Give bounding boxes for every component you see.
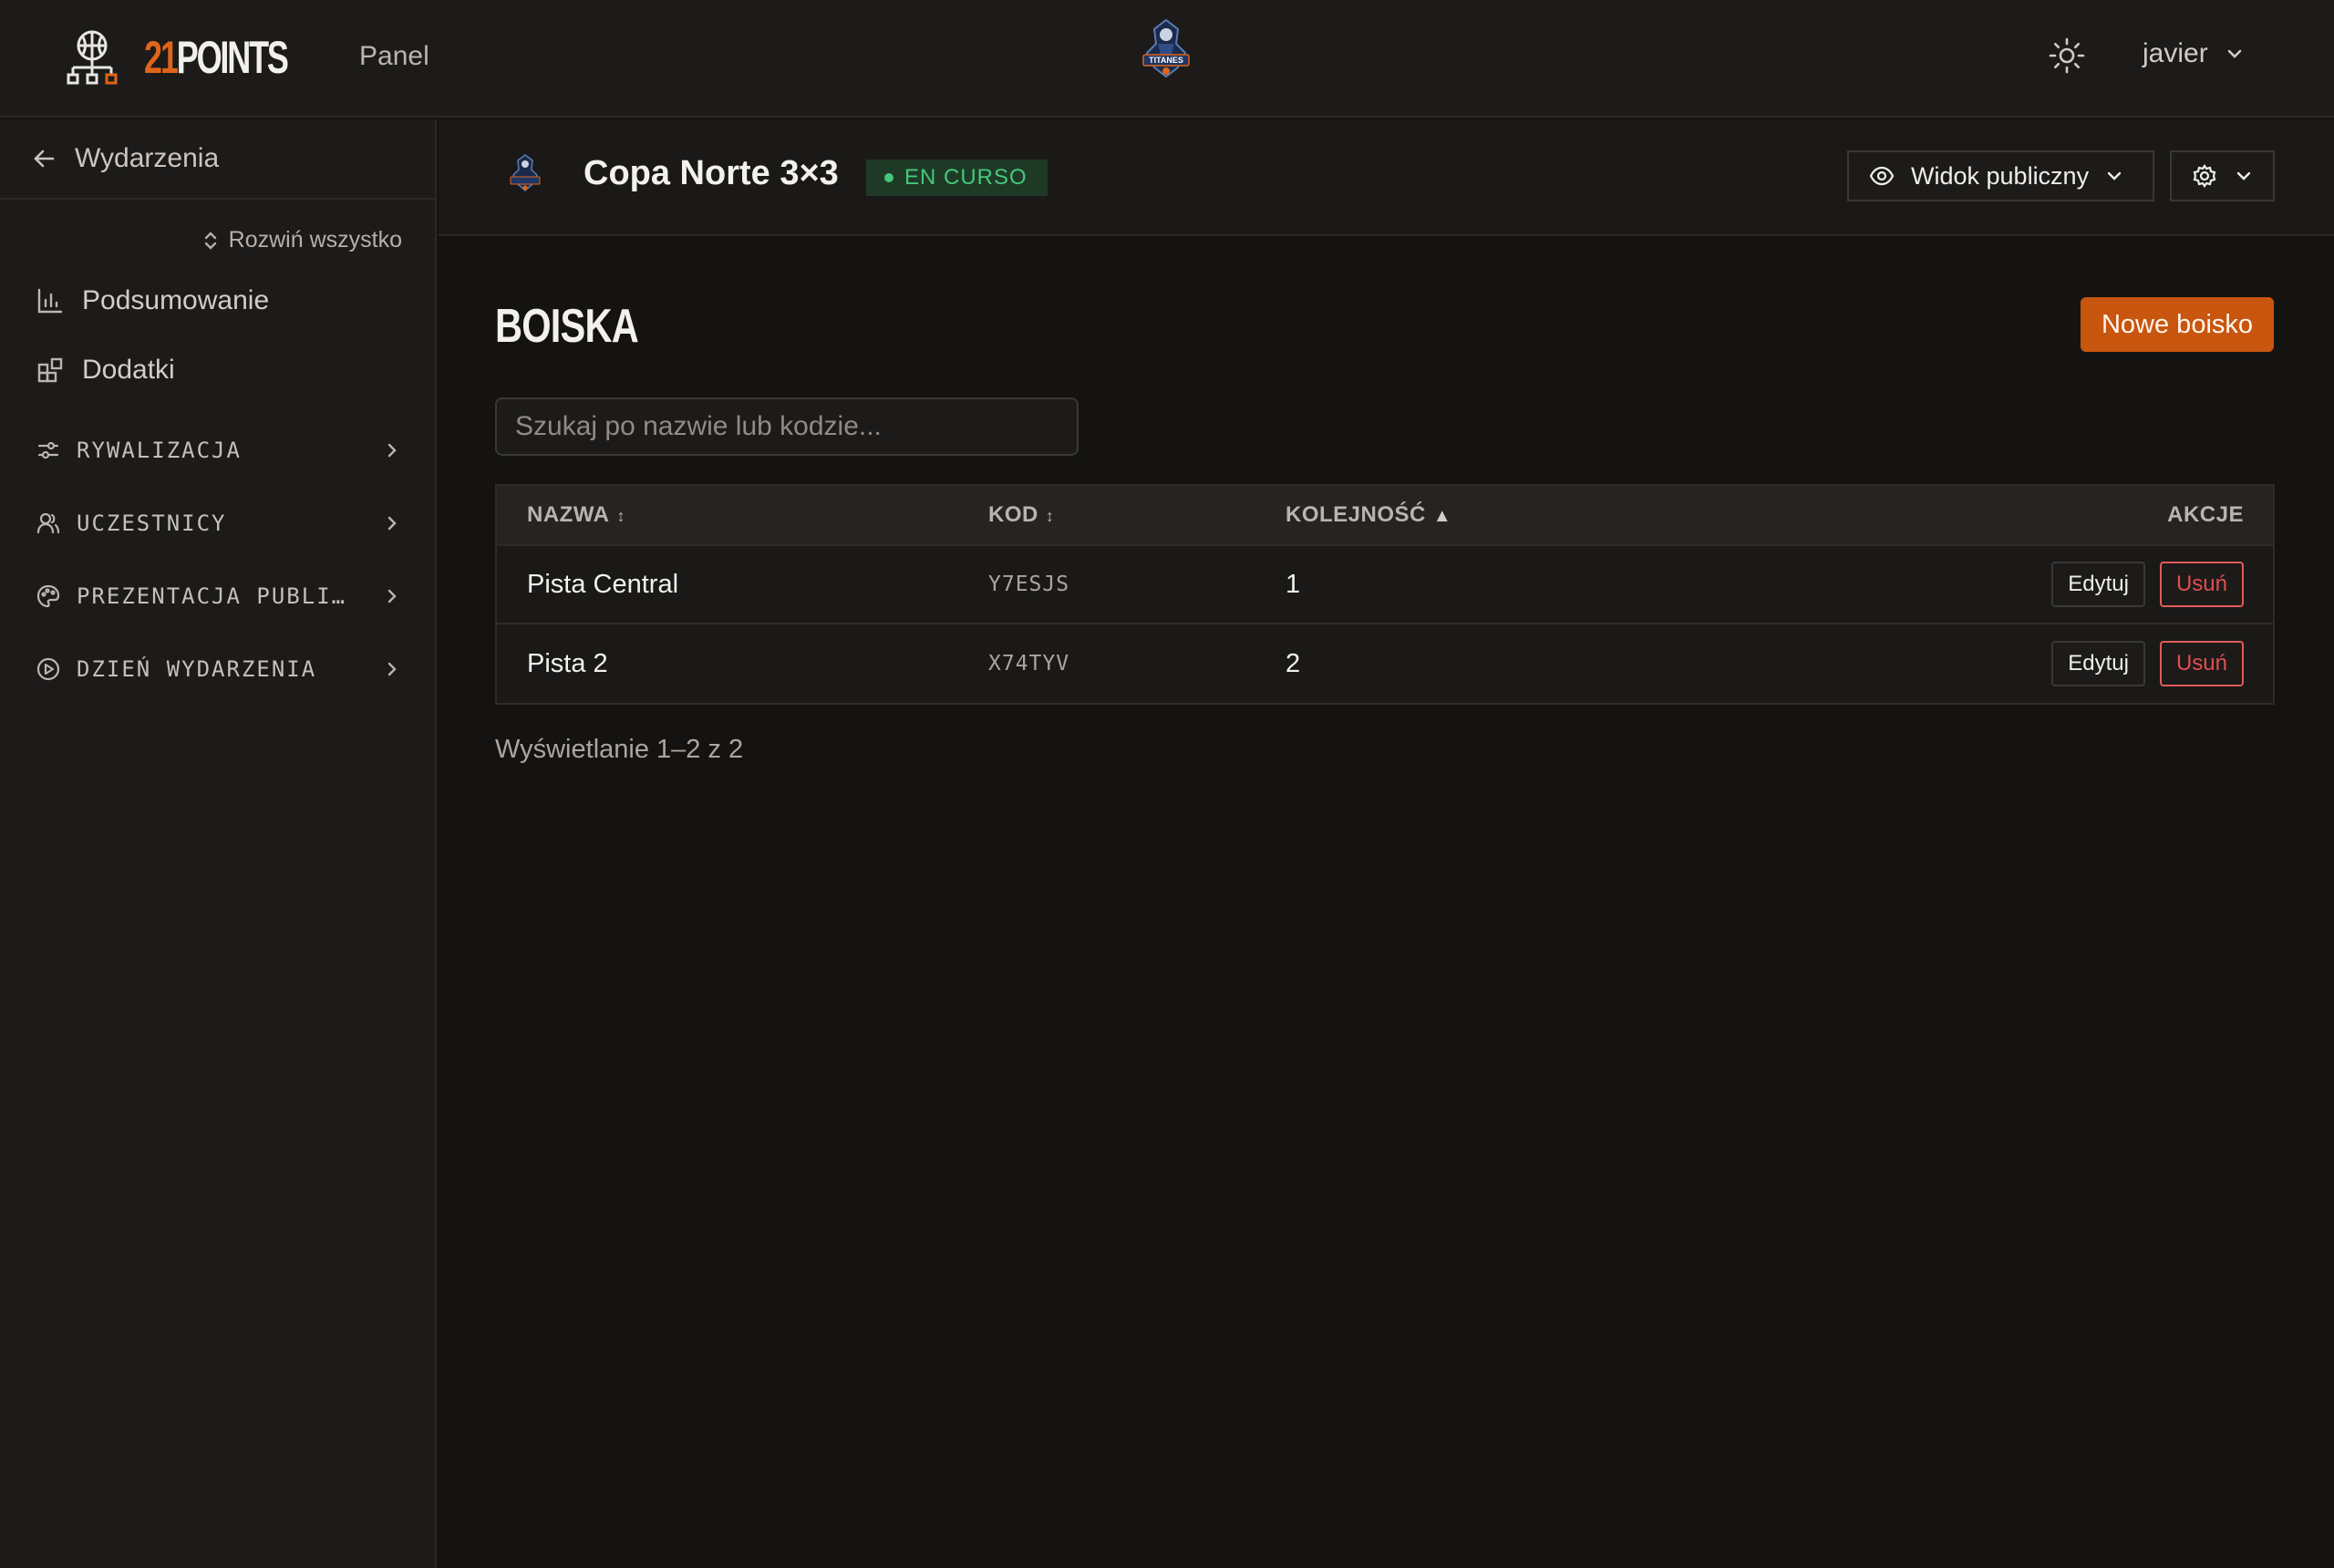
- expand-all-label: Rozwiń wszystko: [228, 227, 402, 253]
- edit-button[interactable]: Edytuj: [2051, 562, 2145, 607]
- sidebar: Wydarzenia Rozwiń wszystko Podsumowanie …: [0, 119, 437, 1568]
- back-label: Wydarzenia: [75, 143, 220, 173]
- column-label: AKCJE: [2167, 502, 2244, 527]
- page-title: BOISKA: [495, 300, 639, 353]
- column-label: NAZWA: [527, 502, 610, 527]
- sidebar-group-label: RYWALIZACJA: [77, 438, 242, 463]
- row-actions: Edytuj Usuń: [2051, 641, 2244, 686]
- table-header: NAZWA ↕ KOD ↕ KOLEJNOŚĆ ▲ AKCJE: [497, 486, 2273, 546]
- svg-text:TITANES: TITANES: [1149, 56, 1183, 65]
- basketball-tree-icon: [67, 30, 118, 85]
- club-logo: TITANES: [1142, 18, 1190, 78]
- public-view-button[interactable]: Widok publiczny: [1847, 150, 2154, 201]
- event-header: Copa Norte 3×3 EN CURSO Widok publiczny: [439, 119, 2334, 236]
- column-header-actions: AKCJE: [2167, 502, 2244, 528]
- cell-code: Y7ESJS: [988, 573, 1070, 596]
- chevron-right-icon: [387, 443, 397, 458]
- event-title: Copa Norte 3×3: [584, 154, 839, 192]
- new-court-button[interactable]: Nowe boisko: [2081, 297, 2274, 352]
- sidebar-group-label: DZIEŃ WYDARZENIA: [77, 656, 317, 682]
- cell-order: 2: [1286, 648, 1301, 678]
- column-header-order[interactable]: KOLEJNOŚĆ ▲: [1286, 502, 1451, 528]
- sidebar-group-participants[interactable]: UCZESTNICY: [36, 511, 401, 536]
- brand-logo[interactable]: 21POINTS: [64, 29, 343, 86]
- sort-icon: ↕: [616, 507, 625, 525]
- chevron-down-icon: [2236, 171, 2250, 181]
- settings-menu-button[interactable]: [2170, 150, 2275, 201]
- table-row: Pista 2 X74TYV 2 Edytuj Usuń: [497, 624, 2273, 703]
- cell-code: X74TYV: [988, 652, 1070, 676]
- sidebar-item-label: Podsumowanie: [82, 285, 270, 315]
- chevron-right-icon: [387, 662, 397, 676]
- play-circle-icon: [36, 657, 60, 681]
- chevrons-up-down-icon: [204, 231, 216, 250]
- sidebar-group-label: UCZESTNICY: [77, 511, 227, 536]
- chevron-down-icon: [2227, 49, 2242, 58]
- cell-name: Pista 2: [527, 648, 608, 678]
- search-input[interactable]: [495, 397, 1079, 456]
- brand-wordmark: 21POINTS: [144, 32, 289, 83]
- nav-panel-link[interactable]: Panel: [359, 41, 429, 72]
- addons-icon: [37, 357, 63, 383]
- row-actions: Edytuj Usuń: [2051, 562, 2244, 607]
- palette-icon: [36, 584, 60, 608]
- sidebar-group-competition[interactable]: RYWALIZACJA: [36, 438, 401, 463]
- status-dot-icon: [884, 173, 893, 182]
- expand-all-button[interactable]: Rozwiń wszystko: [201, 227, 402, 253]
- delete-button[interactable]: Usuń: [2159, 641, 2244, 686]
- column-label: KOD: [988, 502, 1038, 527]
- delete-button[interactable]: Usuń: [2159, 562, 2244, 607]
- back-to-events-link[interactable]: Wydarzenia: [0, 119, 435, 200]
- sliders-icon: [37, 441, 59, 459]
- sidebar-item-addons[interactable]: Dodatki: [36, 355, 175, 386]
- courts-table: NAZWA ↕ KOD ↕ KOLEJNOŚĆ ▲ AKCJE Pista Centr…: [495, 484, 2275, 705]
- chevron-right-icon: [387, 589, 397, 603]
- sidebar-item-label: Dodatki: [82, 355, 175, 385]
- chevron-down-icon: [2107, 171, 2122, 181]
- sun-icon[interactable]: [2048, 36, 2086, 75]
- user-name: javier: [2143, 38, 2208, 68]
- edit-button[interactable]: Edytuj: [2051, 641, 2145, 686]
- column-header-code[interactable]: KOD ↕: [988, 502, 1054, 528]
- sort-icon: ↕: [1045, 507, 1055, 525]
- sidebar-group-public-presentation[interactable]: PREZENTACJA PUBLICZNA: [36, 583, 401, 609]
- table-row: Pista Central Y7ESJS 1 Edytuj Usuń: [497, 546, 2273, 624]
- pagination-info: Wyświetlanie 1–2 z 2: [495, 735, 744, 764]
- event-logo: [510, 154, 541, 191]
- status-badge: EN CURSO: [866, 160, 1048, 196]
- cell-name: Pista Central: [527, 569, 679, 599]
- status-label: EN CURSO: [904, 165, 1028, 190]
- sort-asc-icon: ▲: [1432, 506, 1452, 526]
- users-icon: [36, 512, 60, 534]
- public-view-label: Widok publiczny: [1911, 161, 2090, 190]
- column-header-name[interactable]: NAZWA ↕: [527, 502, 625, 528]
- eye-icon: [1869, 166, 1895, 186]
- bar-chart-icon: [37, 288, 63, 314]
- top-bar: 21POINTS Panel TITANES javier: [0, 0, 2334, 118]
- chevron-right-icon: [387, 516, 397, 531]
- cell-order: 1: [1286, 569, 1301, 599]
- sidebar-group-label: PREZENTACJA PUBLICZNA: [77, 583, 350, 609]
- column-label: KOLEJNOŚĆ: [1286, 502, 1426, 527]
- arrow-left-icon: [34, 150, 55, 168]
- sidebar-item-summary[interactable]: Podsumowanie: [36, 285, 269, 316]
- sidebar-group-event-day[interactable]: DZIEŃ WYDARZENIA: [36, 656, 401, 682]
- user-menu[interactable]: javier: [2143, 38, 2245, 69]
- gear-icon: [2193, 164, 2215, 188]
